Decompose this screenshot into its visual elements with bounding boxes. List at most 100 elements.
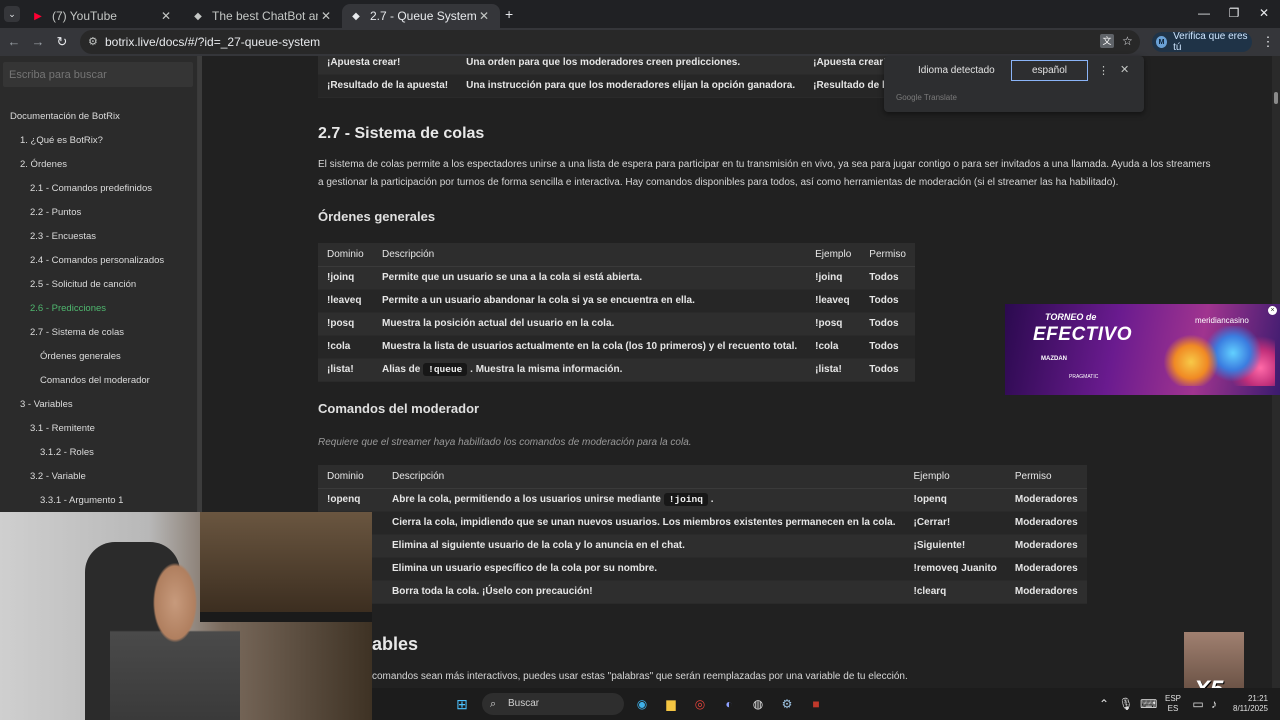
site-info-icon[interactable]: ⚙ — [88, 35, 98, 48]
detected-language-option[interactable]: Idioma detectado — [918, 65, 995, 76]
sidebar-item[interactable]: 2.2 - Puntos — [30, 207, 81, 218]
sidebar-item[interactable]: 2.1 - Comandos predefinidos — [30, 183, 152, 194]
description-text: Abre la cola, permitiendo a los usuarios… — [392, 494, 661, 505]
close-icon[interactable]: ✕ — [158, 9, 174, 23]
webcam-streamer — [110, 557, 240, 720]
close-icon[interactable]: ✕ — [318, 9, 334, 23]
sidebar-item[interactable]: 2.6 - Predicciones — [30, 303, 106, 314]
restore-icon[interactable]: ❐ — [1224, 6, 1244, 20]
bookmark-star-icon[interactable]: ☆ — [1122, 34, 1133, 48]
search-icon: ⌕ — [490, 698, 497, 710]
sidebar-item[interactable]: 3.1.2 - Roles — [40, 447, 94, 458]
table-cell: Una instrucción para que los moderadores… — [457, 74, 805, 98]
sidebar-item[interactable]: 1. ¿Qué es BotRix? — [20, 135, 103, 146]
menu-kebab-icon[interactable]: ⋮ — [1260, 34, 1276, 50]
inline-command-code: !joinq — [663, 493, 708, 506]
table-header-row: Dominio Descripción Ejemplo Permiso — [318, 243, 915, 267]
ad-sponsor: MAZDAN — [1041, 356, 1067, 362]
file-explorer-icon[interactable]: ▆ — [663, 696, 679, 712]
table-cell: !posq — [318, 312, 373, 336]
table-cell: ¡lista! — [806, 358, 861, 382]
table-cell: Moderadores — [1005, 580, 1087, 604]
tab-youtube[interactable]: ▶ (7) YouTube ✕ — [24, 4, 182, 28]
steam-icon[interactable]: ⚙ — [779, 696, 795, 712]
language-indicator[interactable]: ESP ES — [1164, 694, 1182, 714]
table-cell: Muestra la lista de usuarios actualmente… — [373, 335, 807, 359]
sidebar-item[interactable]: 3.2 - Variable — [30, 471, 86, 482]
tab-botrix-home[interactable]: ◆ The best ChatBot and Widgets ✕ — [184, 4, 342, 28]
tray-chevron-icon[interactable]: ⌃ — [1096, 696, 1112, 712]
clock-date: 8/11/2025 — [1233, 704, 1268, 713]
search-input[interactable] — [3, 62, 193, 87]
table-cell: !clearq — [904, 580, 1006, 604]
table-row: ¡Resultado de la apuesta! Una instrucció… — [318, 74, 953, 98]
sidebar-item[interactable]: 3 - Variables — [20, 399, 73, 410]
forward-icon[interactable]: → — [30, 34, 46, 49]
network-icon[interactable]: ▭ — [1190, 696, 1206, 712]
taskbar-search[interactable]: ⌕ Buscar — [482, 693, 624, 715]
verify-label: Verifica que eres tú — [1173, 31, 1248, 53]
target-language-option[interactable]: español — [1011, 60, 1088, 81]
clock[interactable]: 21:21 8/11/2025 — [1224, 694, 1268, 714]
windows-start-icon[interactable]: ⊞ — [454, 696, 470, 712]
table-cell: Moderadores — [1005, 488, 1087, 512]
close-window-icon[interactable]: ✕ — [1254, 6, 1274, 20]
table-cell: ¡Apuesta crear! — [318, 56, 458, 75]
volume-icon[interactable]: ♪ — [1206, 696, 1222, 712]
table-cell: !openq — [318, 488, 383, 512]
sidebar-item[interactable]: 2. Órdenes — [20, 159, 67, 170]
variables-heading: ables — [372, 634, 419, 654]
obs-icon[interactable]: ◍ — [750, 696, 766, 712]
close-icon[interactable]: ✕ — [1120, 63, 1129, 76]
edge-icon[interactable]: ◉ — [634, 696, 650, 712]
sidebar-item[interactable]: 2.7 - Sistema de colas — [30, 327, 124, 338]
windows-taskbar: ⊞ ⌕ Buscar ◉ ▆ ◎ ◐ ◍ ⚙ ■ ⌃ 🎙 ⌨ ESP ES ▭ … — [372, 688, 1280, 720]
chrome-icon[interactable]: ◎ — [692, 696, 708, 712]
table-cell: Borra toda la cola. ¡Úselo con precaució… — [383, 580, 905, 604]
sidebar-item[interactable]: 2.3 - Encuestas — [30, 231, 96, 242]
youtube-icon: ▶ — [34, 10, 42, 22]
back-icon[interactable]: ← — [6, 34, 22, 49]
sidebar-item[interactable]: Documentación de BotRix — [10, 111, 120, 122]
close-icon[interactable]: ✕ — [476, 9, 492, 23]
more-options-icon[interactable]: ⋮ — [1098, 64, 1109, 77]
table-cell: !openq — [904, 488, 1006, 512]
dota-icon[interactable]: ■ — [808, 696, 824, 712]
webcam-overlay — [0, 512, 372, 720]
microphone-icon[interactable]: 🎙 — [1118, 696, 1134, 712]
description-text: . Muestra la misma información. — [470, 364, 623, 375]
close-ad-icon[interactable]: × — [1268, 306, 1277, 315]
tab-queue-system[interactable]: ◆ 2.7 - Queue System ✕ — [342, 4, 500, 28]
intro-line: El sistema de colas permite a los espect… — [318, 159, 1211, 170]
avatar: M — [1156, 36, 1168, 48]
scrollbar-thumb[interactable] — [1274, 92, 1278, 104]
table-row: !openq Abre la cola, permitiendo a los us… — [318, 488, 1087, 512]
address-bar[interactable]: ⚙ botrix.live/docs/#/?id=_27-queue-syste… — [80, 30, 1140, 54]
sidebar-item[interactable]: 2.5 - Solicitud de canción — [30, 279, 136, 290]
predictions-table: ¡Apuesta crear! Una orden para que los m… — [318, 56, 953, 98]
google-translate-brand: Google Translate — [896, 93, 957, 102]
moderator-commands-heading: Comandos del moderador — [318, 401, 480, 416]
sidebar-item[interactable]: Órdenes generales — [40, 351, 121, 362]
browser-toolbar: ← → ↻ ⚙ botrix.live/docs/#/?id=_27-queue… — [0, 28, 1280, 56]
tab-title: (7) YouTube — [52, 9, 117, 23]
tab-search-button[interactable]: ⌄ — [4, 6, 20, 22]
tab-title: 2.7 - Queue System — [370, 9, 476, 23]
sidebar-item[interactable]: Comandos del moderador — [40, 375, 150, 386]
minimize-icon[interactable]: — — [1194, 6, 1214, 20]
sidebar-item[interactable]: 2.4 - Comandos personalizados — [30, 255, 164, 266]
sidebar-item[interactable]: 3.1 - Remitente — [30, 423, 95, 434]
keyboard-icon[interactable]: ⌨ — [1140, 696, 1157, 712]
table-cell: Muestra la posición actual del usuario e… — [373, 312, 807, 336]
reload-icon[interactable]: ↻ — [54, 34, 70, 50]
verify-profile-button[interactable]: M Verifica que eres tú — [1152, 31, 1252, 53]
casino-ad-banner[interactable]: TORNEO de EFECTIVO meridiancasino MAZDAN… — [1005, 304, 1280, 395]
table-cell: !leaveq — [318, 289, 373, 313]
discord-icon[interactable]: ◐ — [721, 696, 737, 712]
ad-sponsor: PRAGMATIC — [1069, 374, 1099, 380]
table-row: !cola Muestra la lista de usuarios actual… — [318, 335, 915, 359]
translate-icon[interactable]: 文 — [1100, 34, 1114, 48]
new-tab-button[interactable]: + — [505, 6, 513, 22]
column-header: Permiso — [1005, 465, 1087, 489]
sidebar-item[interactable]: 3.3.1 - Argumento 1 — [40, 495, 123, 506]
